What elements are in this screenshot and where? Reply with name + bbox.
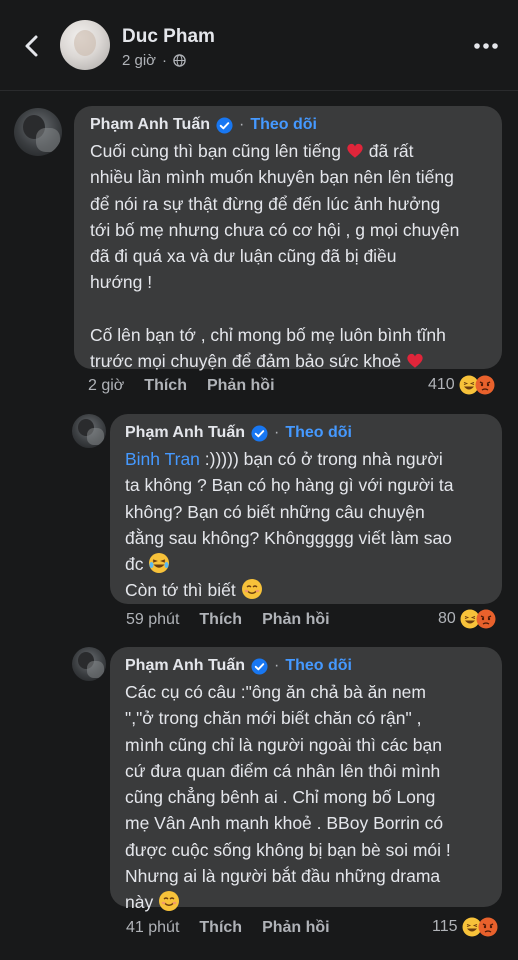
post-time[interactable]: 2 giờ <box>122 52 156 69</box>
reaction-count: 115 <box>432 918 458 935</box>
header-divider <box>0 90 518 91</box>
comment-line: cứ đưa quan điểm cá nhân lên thôi mình <box>125 760 441 781</box>
comment-line: Cố lên bạn tớ , chỉ mong bố mẹ luôn bình… <box>90 324 446 345</box>
author-avatar[interactable] <box>60 20 110 70</box>
comment-line: Các cụ có câu :"ông ăn chả bà ăn nem <box>125 682 426 702</box>
red-heart-emoji <box>347 143 363 158</box>
follow-button[interactable]: Theo dõi <box>285 424 352 442</box>
comment-author-row: Phạm Anh Tuấn · Theo dõi <box>125 424 352 442</box>
red-heart-emoji <box>407 353 423 368</box>
comment-time[interactable]: 59 phút <box>126 611 179 629</box>
comment-line: Nhưng ai là người bắt đầu những drama <box>125 866 441 887</box>
comment-line: cũng chẳng bênh ai . Chỉ mong bố Long <box>125 787 436 808</box>
reply-button[interactable]: Phản hồi <box>262 919 330 937</box>
separator-dot: · <box>274 657 280 674</box>
commenter-avatar[interactable] <box>14 108 62 156</box>
comment-author-row: Phạm Anh Tuấn · Theo dõi <box>125 657 352 675</box>
comment-author-name[interactable]: Phạm Anh Tuấn <box>125 424 245 442</box>
separator-dot: · <box>239 116 245 133</box>
globe-icon <box>173 54 186 67</box>
comment-line: để nói ra sự thật đừng để đến lúc ảnh hư… <box>90 193 441 214</box>
comment-line: đc <box>125 551 454 577</box>
smiling-face-emoji <box>159 891 180 912</box>
verified-badge-icon <box>251 424 268 442</box>
comment-line: được cuộc sống không bị bạn bè soi mói ! <box>125 839 451 860</box>
comment-actions: 59 phút Thích Phản hồi <box>126 611 350 629</box>
comment-text: Binh Tran :))))) bạn có ở trong nhà ngườ… <box>125 446 454 604</box>
comment-line: Còn tớ thì biết <box>125 577 454 603</box>
comment-line: này <box>125 889 451 915</box>
more-options-icon[interactable] <box>470 36 502 56</box>
reaction-summary[interactable]: 410 <box>428 375 495 395</box>
comment-author-name[interactable]: Phạm Anh Tuấn <box>90 116 210 134</box>
comment-text: Cuối cùng thì bạn cũng lên tiếng đã rất … <box>90 138 459 374</box>
reaction-summary[interactable]: 80 <box>438 609 496 629</box>
reaction-count: 410 <box>428 376 455 393</box>
commenter-avatar[interactable] <box>72 647 106 681</box>
verified-badge-icon <box>216 116 233 134</box>
post-meta: 2 giờ · <box>122 52 186 69</box>
comment-time[interactable]: 41 phút <box>126 919 179 937</box>
comment-line: không? Bạn có biết những câu chuyện <box>125 501 425 522</box>
comment-line: trước mọi chuyện để đảm bảo sức khoẻ <box>90 348 459 374</box>
comment-author-name[interactable]: Phạm Anh Tuấn <box>125 657 245 675</box>
comment-line: nhiều lần mình muốn khuyên bạn nên lên t… <box>90 167 454 188</box>
back-arrow-icon[interactable] <box>18 32 46 60</box>
comment-line: đã đi quá xa và dư luận cũng đã bị điều <box>90 246 397 267</box>
reply-button[interactable]: Phản hồi <box>262 611 330 629</box>
reaction-count: 80 <box>438 610 456 627</box>
like-button[interactable]: Thích <box>199 919 242 937</box>
post-header: Duc Pham 2 giờ · <box>0 0 518 92</box>
reaction-summary[interactable]: 115 <box>432 917 498 937</box>
commenter-avatar[interactable] <box>72 414 106 448</box>
comment-line: ","ở trong chăn mới biết chăn có rận" , <box>125 708 422 729</box>
comment-line: mình cũng chỉ là người ngoài thì các bạn <box>125 734 442 755</box>
comment-time[interactable]: 2 giờ <box>88 377 124 395</box>
follow-button[interactable]: Theo dõi <box>250 116 317 134</box>
angry-reaction-icon <box>475 375 495 395</box>
laughing-tears-emoji <box>149 553 170 574</box>
comment-line: hướng ! <box>90 272 153 293</box>
angry-reaction-icon <box>476 609 496 629</box>
verified-badge-icon <box>251 657 268 675</box>
comment-line: đằng sau không? Khônggggg viết làm sao <box>125 527 452 548</box>
user-mention-link[interactable]: Binh Tran <box>125 449 200 469</box>
post-author-name[interactable]: Duc Pham <box>122 26 215 48</box>
like-button[interactable]: Thích <box>144 377 187 395</box>
comment-line: Cuối cùng thì bạn cũng lên tiếng đã rất <box>90 141 414 161</box>
comment-line: Binh Tran :))))) bạn có ở trong nhà ngườ… <box>125 449 443 469</box>
comment-line: ta không ? Bạn có họ hàng gì với người t… <box>125 475 454 496</box>
smiling-face-emoji <box>241 579 262 600</box>
reply-button[interactable]: Phản hồi <box>207 377 275 395</box>
comment-line: tới bố mẹ nhưng chưa có cơ hội , g mọi c… <box>90 219 460 240</box>
comment-text: Các cụ có câu :"ông ăn chả bà ăn nem ","… <box>125 679 451 916</box>
follow-button[interactable]: Theo dõi <box>285 657 352 675</box>
angry-reaction-icon <box>478 917 498 937</box>
comment-actions: 41 phút Thích Phản hồi <box>126 919 350 937</box>
comment-author-row: Phạm Anh Tuấn · Theo dõi <box>90 116 317 134</box>
separator-dot: · <box>162 52 168 69</box>
like-button[interactable]: Thích <box>199 611 242 629</box>
comment-line: mẹ Vân Anh mạnh khoẻ . BBoy Borrin có <box>125 813 444 834</box>
comment-actions: 2 giờ Thích Phản hồi <box>88 377 295 395</box>
separator-dot: · <box>274 424 280 441</box>
